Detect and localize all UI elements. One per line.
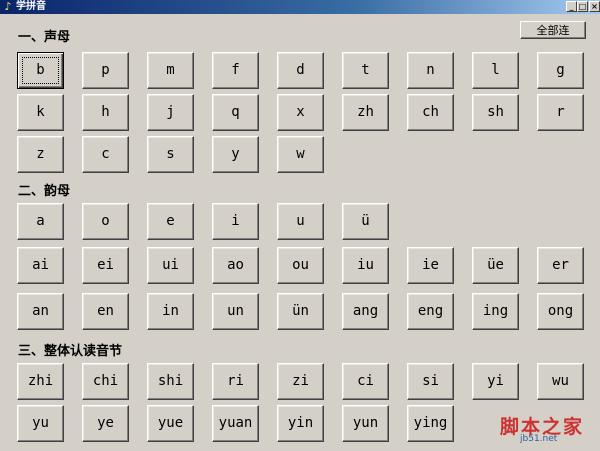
maximize-button[interactable]: □ xyxy=(577,1,588,12)
pinyin-button-finals[interactable]: er xyxy=(537,247,584,284)
pinyin-button-whole[interactable]: ye xyxy=(82,405,129,442)
pinyin-button-finals[interactable]: ou xyxy=(277,247,324,284)
pinyin-button-finals[interactable]: ü xyxy=(342,203,389,240)
pinyin-button-finals[interactable]: ong xyxy=(537,293,584,330)
pinyin-button-whole[interactable]: zi xyxy=(277,363,324,400)
pinyin-button-initials[interactable]: w xyxy=(277,136,324,173)
pinyin-button-whole[interactable]: si xyxy=(407,363,454,400)
pinyin-button-finals[interactable]: ie xyxy=(407,247,454,284)
section-title-initials: 一、声母 xyxy=(18,30,71,45)
pinyin-button-initials[interactable]: t xyxy=(342,52,389,89)
pinyin-button-finals[interactable]: u xyxy=(277,203,324,240)
all-connect-button[interactable]: 全部连 xyxy=(520,21,586,39)
pinyin-button-initials[interactable]: r xyxy=(537,94,584,131)
pinyin-button-finals[interactable]: ei xyxy=(82,247,129,284)
watermark-url: jb51.net xyxy=(520,434,558,444)
pinyin-button-finals[interactable]: ang xyxy=(342,293,389,330)
pinyin-button-initials[interactable]: m xyxy=(147,52,194,89)
pinyin-button-initials[interactable]: x xyxy=(277,94,324,131)
pinyin-button-initials[interactable]: f xyxy=(212,52,259,89)
pinyin-button-finals[interactable]: e xyxy=(147,203,194,240)
pinyin-button-finals[interactable]: eng xyxy=(407,293,454,330)
window-title: 学拼音 xyxy=(16,1,46,12)
pinyin-button-initials[interactable]: n xyxy=(407,52,454,89)
pinyin-button-initials[interactable]: d xyxy=(277,52,324,89)
pinyin-button-whole[interactable]: chi xyxy=(82,363,129,400)
pinyin-button-finals[interactable]: en xyxy=(82,293,129,330)
pinyin-button-whole[interactable]: yue xyxy=(147,405,194,442)
pinyin-button-whole[interactable]: yi xyxy=(472,363,519,400)
pinyin-button-finals[interactable]: un xyxy=(212,293,259,330)
pinyin-button-finals[interactable]: üe xyxy=(472,247,519,284)
pinyin-button-initials[interactable]: y xyxy=(212,136,259,173)
pinyin-button-finals[interactable]: ün xyxy=(277,293,324,330)
pinyin-button-finals[interactable]: ui xyxy=(147,247,194,284)
pinyin-button-whole[interactable]: yin xyxy=(277,405,324,442)
pinyin-button-finals[interactable]: i xyxy=(212,203,259,240)
pinyin-button-finals[interactable]: ao xyxy=(212,247,259,284)
section-title-finals: 二、韵母 xyxy=(18,184,71,199)
pinyin-button-whole[interactable]: yu xyxy=(17,405,64,442)
pinyin-button-initials[interactable]: k xyxy=(17,94,64,131)
pinyin-button-initials[interactable]: z xyxy=(17,136,64,173)
pinyin-button-finals[interactable]: in xyxy=(147,293,194,330)
pinyin-button-initials[interactable]: s xyxy=(147,136,194,173)
pinyin-button-whole[interactable]: ci xyxy=(342,363,389,400)
pinyin-button-initials[interactable]: b xyxy=(17,52,64,89)
section-title-whole: 三、整体认读音节 xyxy=(18,344,123,359)
pinyin-button-initials[interactable]: c xyxy=(82,136,129,173)
pinyin-button-finals[interactable]: iu xyxy=(342,247,389,284)
pinyin-button-finals[interactable]: o xyxy=(82,203,129,240)
music-note-icon: ♪ xyxy=(4,0,12,13)
pinyin-button-whole[interactable]: yuan xyxy=(212,405,259,442)
pinyin-button-initials[interactable]: h xyxy=(82,94,129,131)
pinyin-button-initials[interactable]: zh xyxy=(342,94,389,131)
pinyin-button-whole[interactable]: ying xyxy=(407,405,454,442)
pinyin-button-finals[interactable]: an xyxy=(17,293,64,330)
pinyin-button-initials[interactable]: p xyxy=(82,52,129,89)
pinyin-button-whole[interactable]: yun xyxy=(342,405,389,442)
pinyin-button-initials[interactable]: q xyxy=(212,94,259,131)
pinyin-button-finals[interactable]: a xyxy=(17,203,64,240)
pinyin-button-initials[interactable]: l xyxy=(472,52,519,89)
pinyin-button-initials[interactable]: ch xyxy=(407,94,454,131)
pinyin-button-initials[interactable]: g xyxy=(537,52,584,89)
pinyin-button-finals[interactable]: ing xyxy=(472,293,519,330)
pinyin-button-whole[interactable]: wu xyxy=(537,363,584,400)
pinyin-button-finals[interactable]: ai xyxy=(17,247,64,284)
pinyin-button-whole[interactable]: shi xyxy=(147,363,194,400)
close-button[interactable]: × xyxy=(589,1,600,12)
minimize-button[interactable]: _ xyxy=(566,1,577,12)
pinyin-button-whole[interactable]: ri xyxy=(212,363,259,400)
pinyin-button-whole[interactable]: zhi xyxy=(17,363,64,400)
pinyin-button-initials[interactable]: sh xyxy=(472,94,519,131)
title-bar: ♪ 学拼音 _ □ × xyxy=(0,0,600,14)
pinyin-button-initials[interactable]: j xyxy=(147,94,194,131)
